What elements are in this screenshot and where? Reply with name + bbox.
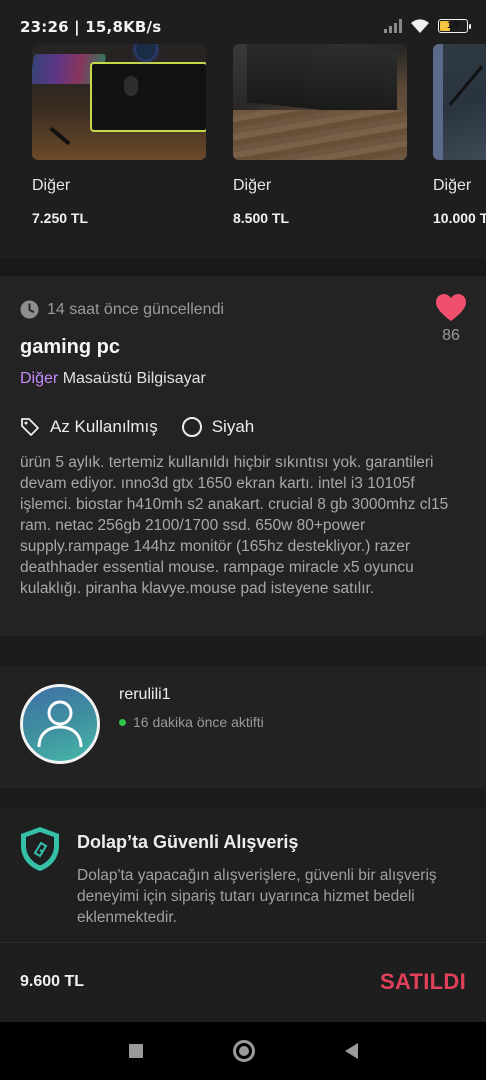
category-sub: Masaüstü Bilgisayar: [62, 370, 206, 387]
online-status-icon: [119, 718, 126, 726]
similar-item-card[interactable]: Diğer 8.500 TL: [233, 44, 407, 226]
section-divider: [0, 258, 486, 276]
recents-icon[interactable]: [128, 1044, 143, 1058]
status-icons: 19: [384, 18, 471, 34]
seller-activity: 16 dakika önce aktifti: [119, 714, 264, 730]
product-detail: 14 saat önce güncellendi 86 gaming pc Di…: [0, 276, 486, 636]
similar-item-image[interactable]: [32, 44, 206, 160]
updated-text: 14 saat önce güncellendi: [47, 300, 225, 318]
product-page: 23:26 | 15,8KB/s 19 Diğer 7.250 TL Diğer…: [0, 0, 486, 1080]
heart-icon[interactable]: [436, 294, 466, 322]
purchase-bar: 9.600 TL SATILDI: [0, 943, 486, 1022]
similar-item-card[interactable]: Diğer 10.000 TL: [433, 44, 486, 226]
status-time: 23:26 | 15,8KB/s: [20, 18, 162, 36]
similar-item-price: 8.500 TL: [233, 210, 290, 226]
battery-level: 19: [446, 21, 460, 31]
color-swatch-icon: [181, 417, 202, 437]
avatar[interactable]: [20, 684, 100, 764]
sold-status-button[interactable]: SATILDI: [380, 969, 466, 995]
similar-item-price: 10.000 TL: [433, 210, 486, 226]
shield-icon: [21, 827, 59, 871]
product-description: ürün 5 aylık. tertemiz kullanıldı hiçbir…: [20, 454, 449, 597]
color-attribute: Siyah: [181, 417, 255, 437]
secure-title: Dolap’ta Güvenli Alışveriş: [77, 832, 299, 852]
like-button[interactable]: 86: [434, 294, 468, 345]
product-price: 9.600 TL: [20, 973, 85, 990]
section-divider: [0, 788, 486, 808]
system-navigation-bar: [0, 1022, 486, 1080]
user-icon: [37, 700, 83, 748]
category-row: Diğer Masaüstü Bilgisayar: [20, 370, 206, 388]
similar-item-category: Diğer: [233, 177, 272, 194]
secure-shopping-section: Dolap’ta Güvenli Alışveriş Dolap'ta yapa…: [0, 808, 486, 942]
section-divider: [0, 636, 486, 666]
condition-attribute: Az Kullanılmış: [20, 417, 158, 437]
similar-item-image[interactable]: [433, 44, 486, 160]
similar-item-image[interactable]: [233, 44, 407, 160]
category-main[interactable]: Diğer: [20, 370, 58, 387]
tag-icon: [21, 418, 39, 436]
activity-text: 16 dakika önce aktifti: [133, 714, 264, 730]
home-icon[interactable]: [232, 1040, 255, 1062]
back-icon[interactable]: [344, 1043, 358, 1059]
similar-item-price: 7.250 TL: [32, 210, 89, 226]
similar-item-category: Diğer: [433, 177, 472, 194]
similar-items-carousel[interactable]: Diğer 7.250 TL Diğer 8.500 TL Diğer 10.0…: [0, 44, 486, 258]
product-title: gaming pc: [20, 336, 121, 358]
wifi-icon: [411, 19, 429, 33]
signal-icon: [384, 19, 402, 33]
updated-row: 14 saat önce güncellendi: [20, 300, 224, 319]
clock-icon: [20, 300, 39, 319]
similar-item-category: Diğer: [32, 177, 71, 194]
color-label: Siyah: [211, 417, 255, 436]
like-count: 86: [442, 327, 460, 344]
similar-item-card[interactable]: Diğer 7.250 TL: [32, 44, 206, 226]
battery-icon: 19: [438, 19, 471, 33]
seller-name[interactable]: rerulili1: [119, 686, 171, 704]
attributes-row: Az Kullanılmış Siyah: [20, 417, 254, 437]
condition-label: Az Kullanılmış: [50, 417, 158, 436]
seller-section[interactable]: rerulili1 16 dakika önce aktifti: [0, 666, 486, 788]
secure-text: Dolap'ta yapacağın alışverişlere, güvenl…: [77, 867, 437, 926]
